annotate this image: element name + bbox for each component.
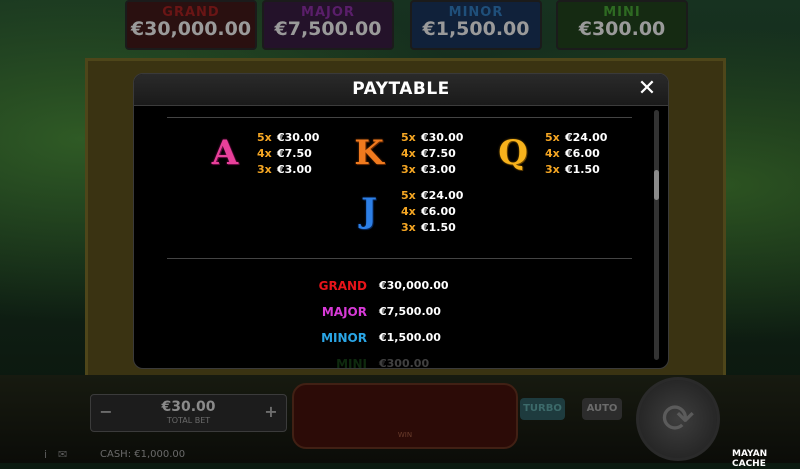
paytable-jackpot-mini: MINI €300.00 [287, 357, 487, 369]
spin-icon: ⟳ [661, 396, 695, 442]
pay-row: 5x €30.00 [401, 131, 463, 147]
pay-amount: €7.50 [277, 147, 312, 160]
pay-row: 3x €3.00 [401, 163, 463, 179]
modal-title: PAYTABLE [352, 79, 450, 99]
pay-amount: €6.00 [565, 147, 600, 160]
pay-count: 4x [257, 147, 272, 160]
pay-count: 4x [401, 205, 416, 218]
pay-amount: €3.00 [421, 163, 456, 176]
close-icon[interactable]: ✕ [636, 77, 658, 101]
mail-icon[interactable]: ✉ [58, 448, 67, 461]
symbol-j-icon: J [360, 191, 378, 231]
game-title: MAYAN CACHE [732, 449, 768, 469]
pay-list-k: 5x €30.00 4x €7.50 3x €3.00 [401, 131, 463, 179]
autoplay-button[interactable]: AUTO [582, 398, 622, 420]
info-icon[interactable]: i [44, 448, 47, 461]
total-bet-label: TOTAL BET [166, 416, 211, 425]
pay-amount: €30.00 [421, 131, 464, 144]
pay-row: 5x €24.00 [401, 189, 463, 205]
pay-amount: €6.00 [421, 205, 456, 218]
pay-list-a: 5x €30.00 4x €7.50 3x €3.00 [257, 131, 319, 179]
jackpot-grand-panel: GRAND €30,000.00 [125, 0, 257, 50]
pay-row: 4x €6.00 [401, 205, 463, 221]
win-display: WIN [292, 383, 518, 449]
jackpot-minor-panel: MINOR €1,500.00 [410, 0, 542, 50]
paytable-jackpot-major: MAJOR €7,500.00 [287, 305, 487, 323]
paytable-jackpot-grand: GRAND €30,000.00 [287, 279, 487, 297]
pay-amount: €24.00 [565, 131, 608, 144]
modal-header: PAYTABLE ✕ [134, 74, 668, 106]
pay-row: 4x €7.50 [257, 147, 319, 163]
spin-button[interactable]: ⟳ [636, 377, 720, 461]
jackpot-name: MINI [336, 357, 367, 369]
jackpot-major-panel: MAJOR €7,500.00 [262, 0, 394, 50]
divider [167, 258, 632, 259]
jackpot-name: MAJOR [321, 305, 367, 319]
pay-amount: €7.50 [421, 147, 456, 160]
jackpot-major-value: €7,500.00 [274, 18, 382, 40]
jackpot-amount: €30,000.00 [379, 279, 449, 292]
jackpot-grand-value: €30,000.00 [130, 18, 252, 40]
symbol-a-icon: A [211, 133, 239, 173]
jackpot-name: MINOR [321, 331, 367, 345]
bet-selector: − €30.00 TOTAL BET + [90, 394, 287, 432]
pay-count: 5x [401, 131, 416, 144]
pay-list-j: 5x €24.00 4x €6.00 3x €1.50 [401, 189, 463, 237]
jackpot-mini-panel: MINI €300.00 [556, 0, 688, 50]
pay-row: 5x €24.00 [545, 131, 607, 147]
paytable-content: A 5x €30.00 4x €7.50 3x €3.00 K 5x €30.00 4x… [167, 117, 632, 368]
pay-count: 3x [545, 163, 560, 176]
jackpot-amount: €300.00 [379, 357, 430, 369]
pay-count: 4x [545, 147, 560, 160]
pay-amount: €30.00 [277, 131, 320, 144]
bet-increase-button[interactable]: + [260, 401, 282, 423]
pay-count: 3x [257, 163, 272, 176]
pay-amount: €1.50 [565, 163, 600, 176]
pay-list-q: 5x €24.00 4x €6.00 3x €1.50 [545, 131, 607, 179]
pay-row: 4x €6.00 [545, 147, 607, 163]
jackpot-amount: €7,500.00 [379, 305, 441, 318]
pay-row: 3x €1.50 [545, 163, 607, 179]
pay-row: 4x €7.50 [401, 147, 463, 163]
pay-count: 4x [401, 147, 416, 160]
pay-count: 5x [545, 131, 560, 144]
pay-amount: €3.00 [277, 163, 312, 176]
pay-row: 3x €1.50 [401, 221, 463, 237]
pay-count: 3x [401, 221, 416, 234]
jackpot-name: GRAND [318, 279, 367, 293]
pay-count: 5x [257, 131, 272, 144]
pay-row: 3x €3.00 [257, 163, 319, 179]
symbol-q-icon: Q [498, 133, 528, 173]
turbo-button[interactable]: TURBO [520, 398, 565, 420]
symbol-k-icon: K [354, 133, 384, 173]
pay-amount: €24.00 [421, 189, 464, 202]
win-label: WIN [397, 431, 413, 439]
pay-count: 3x [401, 163, 416, 176]
pay-row: 5x €30.00 [257, 131, 319, 147]
divider [167, 117, 632, 118]
pay-amount: €1.50 [421, 221, 456, 234]
cash-balance: CASH: €1,000.00 [100, 449, 186, 460]
pay-count: 5x [401, 189, 416, 202]
scrollbar[interactable] [654, 110, 659, 360]
jackpot-amount: €1,500.00 [379, 331, 441, 344]
scrollbar-thumb[interactable] [654, 170, 659, 200]
total-bet-value: €30.00 [161, 399, 216, 415]
paytable-modal: PAYTABLE ✕ A 5x €30.00 4x €7.50 3x €3.00 K … [133, 73, 669, 369]
jackpot-mini-value: €300.00 [578, 18, 666, 40]
paytable-jackpot-minor: MINOR €1,500.00 [287, 331, 487, 349]
jackpot-minor-value: €1,500.00 [422, 18, 530, 40]
